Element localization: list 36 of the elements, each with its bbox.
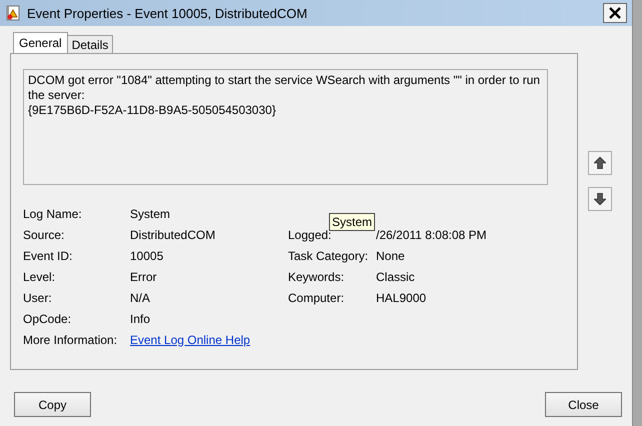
field-value: HAL9000: [376, 290, 426, 304]
field-label: Keywords:: [288, 270, 346, 284]
field-label: User:: [23, 290, 53, 304]
field-value: N/A: [130, 290, 152, 304]
event-log-icon: [5, 5, 21, 21]
field-value: DistributedCOM: [130, 228, 216, 242]
up-arrow-icon: [594, 157, 606, 169]
field-value: Error: [130, 270, 158, 284]
field-label: Log Name:: [23, 206, 83, 220]
down-arrow-icon: [594, 193, 606, 205]
field-label: Source:: [23, 228, 66, 242]
field-label: OpCode:: [23, 312, 72, 326]
next-button[interactable]: [588, 187, 612, 211]
tab[interactable]: General: [13, 32, 68, 53]
field-value: Info: [130, 312, 152, 326]
help-link[interactable]: Event Log Online Help: [130, 332, 564, 346]
tooltip: System: [328, 212, 375, 230]
close-icon: [608, 7, 622, 19]
field-value: System: [130, 206, 172, 220]
field-value: /26/2011 8:08:08 PM: [376, 228, 487, 242]
window-title: Event Properties - Event 10005, DistributedCOM: [27, 6, 308, 20]
field-label: Event ID:: [23, 248, 74, 262]
field-value: None: [376, 248, 405, 262]
field-label: Logged:: [288, 228, 332, 242]
field-label: Computer:: [288, 290, 346, 304]
tab[interactable]: Details: [66, 35, 114, 53]
close-button[interactable]: [603, 3, 627, 23]
field-value: Classic: [376, 270, 415, 284]
field-value: 10005: [130, 248, 164, 262]
dialog-button[interactable]: Copy: [14, 392, 91, 417]
field-label: More Information:: [23, 332, 118, 346]
dialog-button[interactable]: Close: [545, 392, 622, 417]
field-label: Task Category:: [288, 248, 370, 262]
previous-button[interactable]: [588, 151, 612, 175]
event-message: DCOM got error "1084" attempting to start the service WSearch with arguments "" in order to run the server: {9E175B6D-F52A-11D8-B9A5-505054503030}: [23, 69, 548, 185]
field-label: Level:: [23, 270, 56, 284]
